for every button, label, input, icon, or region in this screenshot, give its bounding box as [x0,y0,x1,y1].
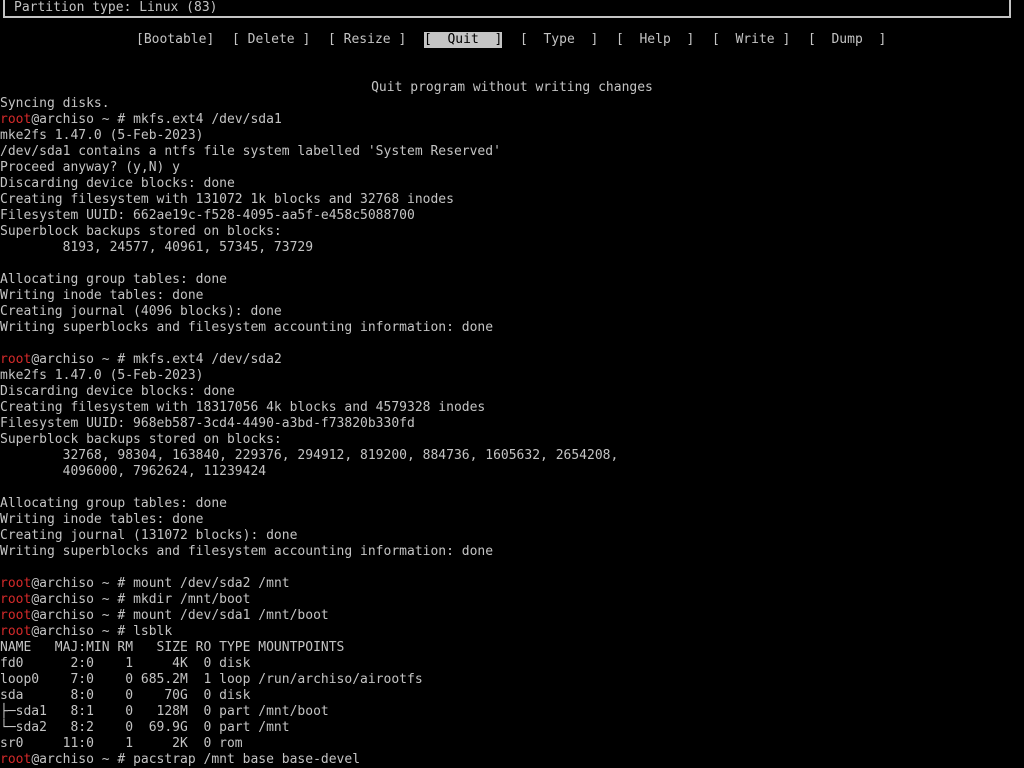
output-line: Discarding device blocks: done [0,176,235,191]
output-line: Writing superblocks and filesystem accou… [0,320,494,335]
output-line: Discarding device blocks: done [0,384,235,399]
menu-button-quit[interactable]: [ Quit ] [424,32,503,48]
prompt-host: @archiso ~ # [31,592,134,607]
menu-button-help[interactable]: [ Help ] [616,32,694,48]
command-line: root@archiso ~ # lsblk [0,624,172,640]
command-text: mount /dev/sda1 /mnt/boot [133,608,329,623]
output-line: Proceed anyway? (y,N) y [0,160,181,175]
output-line: /dev/sda1 contains a ntfs file system la… [0,144,501,159]
command-line: root@archiso ~ # mkdir /mnt/boot [0,592,250,608]
menu-button-dump[interactable]: [ Dump ] [808,32,886,48]
prompt-host: @archiso ~ # [31,576,134,591]
menu-button-resize[interactable]: [ Resize ] [328,32,406,48]
prompt-host: @archiso ~ # [31,352,134,367]
output-line: ├─sda1 8:1 0 128M 0 part /mnt/boot [0,704,329,719]
output-line: Superblock backups stored on blocks: [0,432,282,447]
command-line: root@archiso ~ # mkfs.ext4 /dev/sda2 [0,352,282,368]
output-line: └─sda2 8:2 0 69.9G 0 part /mnt [0,720,290,735]
command-line: root@archiso ~ # mount /dev/sda1 /mnt/bo… [0,608,329,624]
output-line: Writing superblocks and filesystem accou… [0,544,494,559]
output-line: Superblock backups stored on blocks: [0,224,282,239]
prompt-host: @archiso ~ # [31,112,134,127]
output-line: Creating filesystem with 18317056 4k blo… [0,400,486,415]
output-line: Filesystem UUID: 968eb587-3cd4-4490-a3bd… [0,416,415,431]
menu-button-bootable[interactable]: [Bootable] [136,32,214,48]
output-line: NAME MAJ:MIN RM SIZE RO TYPE MOUNTPOINTS [0,640,345,655]
partition-type-label: Partition type: Linux (83) [14,0,218,15]
menu-button-write[interactable]: [ Write ] [712,32,790,48]
command-line: root@archiso ~ # mkfs.ext4 /dev/sda1 [0,112,282,128]
output-line: Syncing disks. [0,96,110,111]
prompt-user: root [0,752,32,767]
output-line: Allocating group tables: done [0,496,227,511]
output-line: Allocating group tables: done [0,272,227,287]
prompt-user: root [0,592,32,607]
output-line: 4096000, 7962624, 11239424 [0,464,267,479]
prompt-user: root [0,112,32,127]
prompt-host: @archiso ~ # [31,752,134,767]
output-line: mke2fs 1.47.0 (5-Feb-2023) [0,128,204,143]
command-text: mkdir /mnt/boot [133,592,251,607]
output-line: Creating journal (4096 blocks): done [0,304,282,319]
command-text: lsblk [133,624,173,639]
prompt-user: root [0,608,32,623]
output-line: Writing inode tables: done [0,512,204,527]
output-line: Creating filesystem with 131072 1k block… [0,192,454,207]
command-text: mkfs.ext4 /dev/sda1 [133,112,282,127]
command-text: pacstrap /mnt base base-devel [133,752,361,767]
menu-button-type[interactable]: [ Type ] [520,32,598,48]
output-line: mke2fs 1.47.0 (5-Feb-2023) [0,368,204,383]
prompt-host: @archiso ~ # [31,608,134,623]
output-line: fd0 2:0 1 4K 0 disk [0,656,251,671]
prompt-user: root [0,624,32,639]
prompt-host: @archiso ~ # [31,624,134,639]
output-line: loop0 7:0 0 685.2M 1 loop /run/archiso/a… [0,672,423,687]
output-line: sda 8:0 0 70G 0 disk [0,688,251,703]
menu-button-delete[interactable]: [ Delete ] [232,32,310,48]
output-line: 32768, 98304, 163840, 229376, 294912, 81… [0,448,619,463]
output-line: Creating journal (131072 blocks): done [0,528,298,543]
output-line: Writing inode tables: done [0,288,204,303]
command-line: root@archiso ~ # pacstrap /mnt base base… [0,752,360,768]
prompt-user: root [0,576,32,591]
command-text: mkfs.ext4 /dev/sda2 [133,352,282,367]
status-line: Quit program without writing changes [371,80,653,95]
prompt-user: root [0,352,32,367]
output-line: 8193, 24577, 40961, 57345, 73729 [0,240,314,255]
command-line: root@archiso ~ # mount /dev/sda2 /mnt [0,576,290,592]
output-line: Filesystem UUID: 662ae19c-f528-4095-aa5f… [0,208,415,223]
command-text: mount /dev/sda2 /mnt [133,576,290,591]
output-line: sr0 11:0 1 2K 0 rom [0,736,243,751]
